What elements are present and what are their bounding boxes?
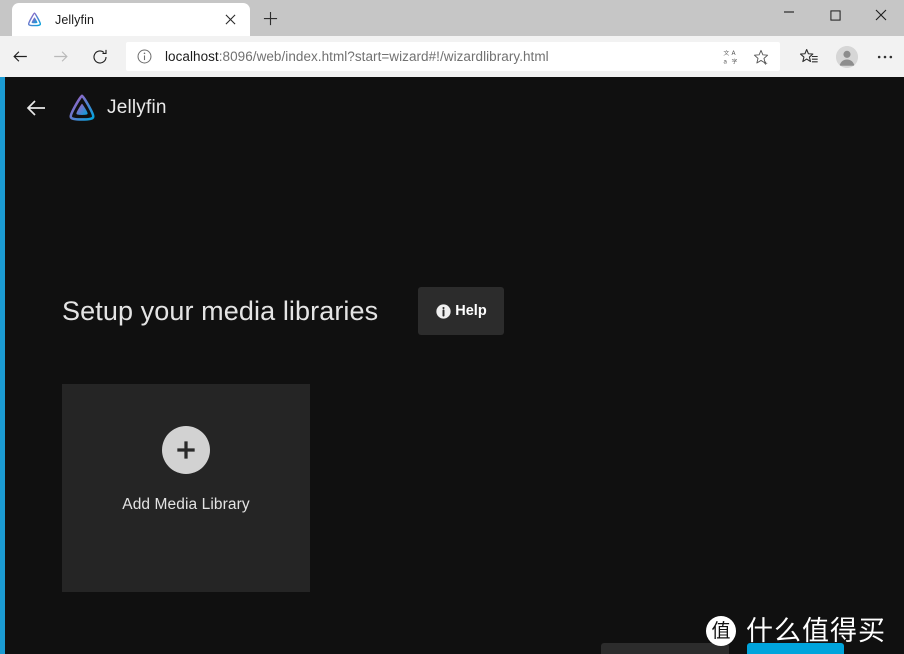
window-maximize-button[interactable] bbox=[812, 0, 858, 30]
watermark-text: 什么值得买 bbox=[746, 615, 886, 647]
address-bar-url: localhost:8096/web/index.html?start=wiza… bbox=[165, 49, 716, 64]
forward-button[interactable] bbox=[40, 36, 80, 77]
reload-button[interactable] bbox=[80, 36, 120, 77]
refresh-icon bbox=[93, 49, 107, 63]
jellyfin-logo-icon bbox=[69, 94, 95, 121]
address-bar-host: localhost bbox=[165, 49, 219, 64]
star-outline-icon bbox=[753, 49, 769, 65]
app-back-button[interactable] bbox=[19, 91, 53, 125]
address-bar-path: :8096/web/index.html?start=wizard#!/wiza… bbox=[218, 49, 549, 64]
plus-circle-icon bbox=[162, 426, 210, 474]
account-avatar-icon bbox=[836, 45, 858, 68]
tab-strip: Jellyfin bbox=[0, 0, 904, 36]
window-controls bbox=[766, 0, 904, 30]
arrow-left-icon bbox=[12, 51, 27, 62]
svg-text:文: 文 bbox=[723, 49, 729, 57]
watermark: 值 什么值得买 bbox=[706, 616, 886, 646]
tab-title: Jellyfin bbox=[55, 12, 95, 27]
browser-tab-jellyfin[interactable]: Jellyfin bbox=[12, 3, 250, 36]
plus-icon bbox=[177, 441, 195, 459]
page-title-row: Setup your media libraries Help bbox=[62, 287, 504, 335]
arrow-left-icon bbox=[26, 100, 45, 116]
arrow-right-icon bbox=[53, 51, 68, 62]
app-brand[interactable]: Jellyfin bbox=[67, 93, 167, 123]
tab-close-icon[interactable] bbox=[218, 8, 242, 32]
app-header: Jellyfin bbox=[5, 77, 904, 139]
add-media-library-card[interactable]: Add Media Library bbox=[62, 384, 310, 592]
address-bar[interactable]: localhost:8096/web/index.html?start=wiza… bbox=[126, 42, 780, 71]
app-brand-name: Jellyfin bbox=[107, 97, 167, 118]
window-close-button[interactable] bbox=[858, 0, 904, 30]
page-viewport: Jellyfin Setup your media libraries Help bbox=[0, 77, 904, 654]
window-minimize-button[interactable] bbox=[766, 0, 812, 30]
browser-settings-button[interactable] bbox=[866, 36, 904, 77]
close-icon bbox=[875, 9, 887, 21]
browser-window: Jellyfin localhost:8096/web/index.html?s… bbox=[0, 0, 904, 654]
svg-text:a: a bbox=[723, 58, 727, 65]
plus-icon bbox=[263, 11, 277, 25]
page-title: Setup your media libraries bbox=[62, 295, 379, 326]
site-info-icon[interactable] bbox=[136, 48, 153, 65]
watermark-badge: 值 bbox=[706, 616, 736, 646]
new-tab-button[interactable] bbox=[252, 3, 288, 36]
add-favorite-button[interactable] bbox=[746, 44, 776, 70]
translate-icon: 文 A a 字 bbox=[723, 49, 737, 65]
back-button[interactable] bbox=[0, 36, 40, 77]
translate-button[interactable]: 文 A a 字 bbox=[716, 44, 746, 70]
ellipsis-icon bbox=[877, 55, 893, 58]
add-media-library-label: Add Media Library bbox=[122, 496, 250, 513]
minimize-icon bbox=[784, 10, 794, 13]
star-list-icon bbox=[799, 48, 818, 62]
close-icon bbox=[225, 14, 235, 25]
svg-text:字: 字 bbox=[731, 57, 737, 65]
profile-button[interactable] bbox=[828, 36, 866, 77]
info-circle-icon bbox=[436, 303, 451, 319]
help-button-label: Help bbox=[455, 303, 487, 319]
wizard-content: Setup your media libraries Help Add Medi… bbox=[5, 139, 904, 654]
collections-button[interactable] bbox=[790, 36, 828, 77]
help-button[interactable]: Help bbox=[418, 287, 504, 335]
svg-text:A: A bbox=[731, 50, 736, 57]
jellyfin-favicon-icon bbox=[27, 12, 42, 27]
navigation-bar: localhost:8096/web/index.html?start=wiza… bbox=[0, 36, 904, 77]
maximize-icon bbox=[829, 9, 841, 21]
